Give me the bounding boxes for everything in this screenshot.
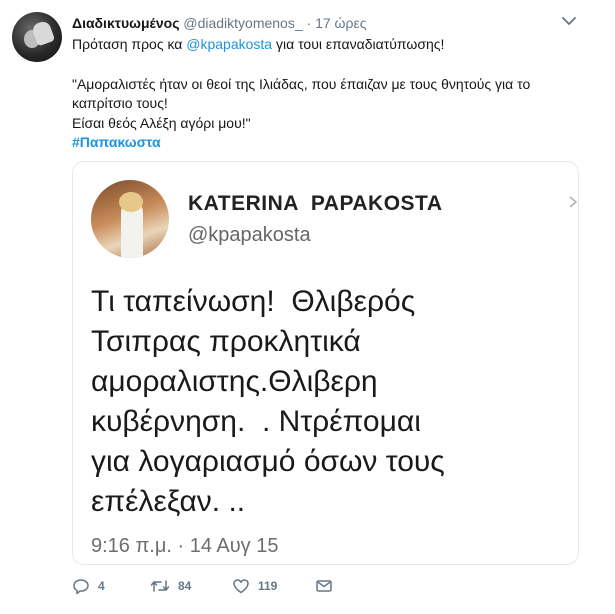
retweet-count: 84 bbox=[178, 579, 192, 593]
quoted-author-avatar bbox=[91, 180, 169, 258]
tweet-timestamp[interactable]: 17 ώρες bbox=[315, 15, 366, 31]
tweet-text-suffix: για τουι επαναδιατύπωσης! bbox=[272, 36, 445, 52]
direct-message-button[interactable] bbox=[315, 575, 333, 597]
mention-link[interactable]: @kpapakosta bbox=[186, 36, 272, 52]
like-icon bbox=[233, 579, 249, 594]
tweet-actions: 4 84 119 bbox=[72, 575, 372, 597]
quoted-text-line: Τσιπρας προκλητικά bbox=[91, 325, 361, 358]
chevron-down-icon[interactable] bbox=[560, 12, 578, 30]
quoted-text-line: για λογαριασμό όσων τους bbox=[91, 445, 445, 478]
chevron-right-icon bbox=[569, 196, 578, 208]
quoted-tweet-screenshot: KATERINA PAPAKOSTA @kpapakosta Τι ταπείν… bbox=[73, 162, 578, 564]
reply-icon bbox=[73, 579, 89, 595]
author-name[interactable]: Διαδικτυωμένος bbox=[72, 15, 179, 31]
quoted-text-line: επέλεξαν. .. bbox=[91, 485, 246, 518]
reply-count: 4 bbox=[98, 579, 105, 593]
separator: · bbox=[306, 15, 312, 31]
quoted-text-line: αμοραλιστης.Θλιβερη bbox=[91, 365, 378, 398]
quote-line: "Αμοραλιστές ήταν οι θεοί της Ιλιάδας, π… bbox=[72, 75, 531, 92]
like-count: 119 bbox=[258, 579, 278, 593]
like-button[interactable]: 119 bbox=[232, 575, 277, 597]
quoted-tweet-date: 9:16 π.μ. · 14 Αυγ 15 bbox=[91, 535, 279, 557]
quote-line: καπρίτσιο τους! bbox=[72, 95, 168, 111]
reply-button[interactable]: 4 bbox=[72, 575, 105, 597]
quoted-tweet-text: Τι ταπείνωση! Θλιβερός Τσιπρας προκλητικ… bbox=[91, 282, 561, 522]
tweet-header: Διαδικτυωμένος @diadiktyomenos_ · 17 ώρε… bbox=[72, 14, 366, 32]
tweet-text: Πρόταση προς κα @kpapakosta για τουι επα… bbox=[72, 35, 592, 153]
retweet-button[interactable]: 84 bbox=[150, 575, 191, 597]
tweet-text-prefix: Πρόταση προς κα bbox=[72, 36, 187, 52]
attached-image-card[interactable]: KATERINA PAPAKOSTA @kpapakosta Τι ταπείν… bbox=[72, 161, 579, 565]
author-handle[interactable]: @diadiktyomenos_ bbox=[183, 15, 302, 31]
tweet[interactable]: Διαδικτυωμένος @diadiktyomenos_ · 17 ώρε… bbox=[0, 0, 615, 614]
quoted-text-line: Τι ταπείνωση! Θλιβερός bbox=[91, 285, 416, 318]
quoted-author-handle: @kpapakosta bbox=[188, 224, 311, 246]
quoted-author-name: KATERINA PAPAKOSTA bbox=[188, 192, 443, 215]
hashtag-link[interactable]: #Παπακωστα bbox=[72, 134, 161, 150]
direct-message-icon bbox=[316, 580, 332, 592]
author-avatar[interactable] bbox=[12, 12, 62, 62]
quoted-text-line: κυβέρνηση. . Ντρέπομαι bbox=[91, 405, 421, 438]
retweet-icon bbox=[150, 580, 170, 592]
quote-line: Είσαι θεός Αλέξη αγόρι μου!" bbox=[72, 114, 251, 131]
